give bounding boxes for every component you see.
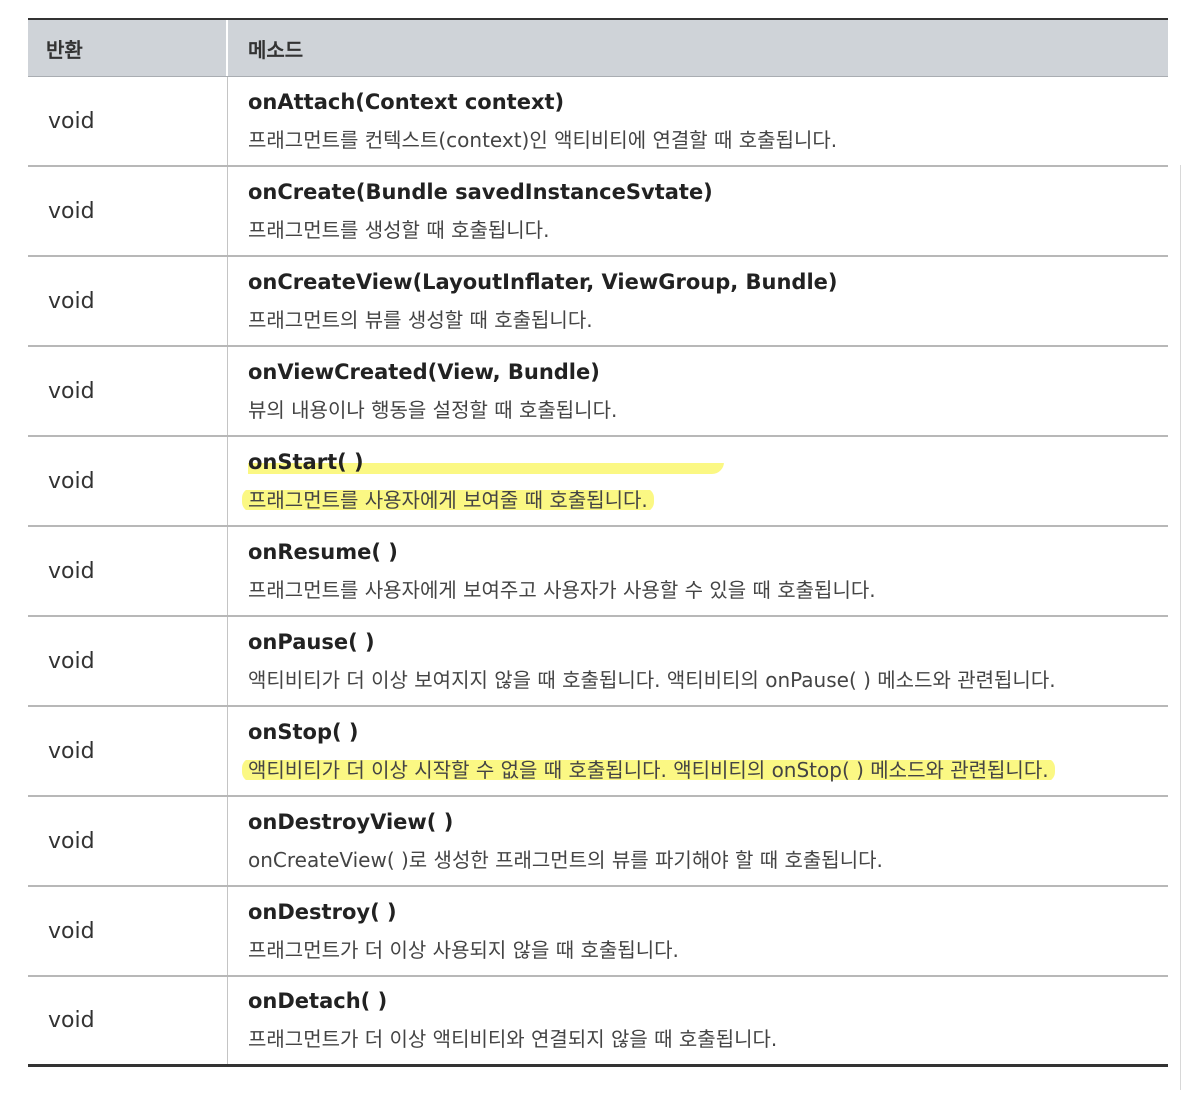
method-description: 액티비티가 더 이상 보여지지 않을 때 호출됩니다. 액티비티의 onPaus… — [248, 667, 1056, 692]
table-row: void onPause( ) 액티비티가 더 이상 보여지지 않을 때 호출됩… — [28, 617, 1168, 707]
table-row: void onDestroyView( ) onCreateView( )로 생… — [28, 797, 1168, 887]
method-cell: onCreateView(LayoutInflater, ViewGroup, … — [228, 257, 1168, 345]
method-signature: onAttach(Context context) — [248, 89, 565, 114]
method-description: 프래그먼트를 사용자에게 보여줄 때 호출됩니다. — [242, 484, 1168, 513]
return-type: void — [28, 347, 228, 435]
table-row: void onCreateView(LayoutInflater, ViewGr… — [28, 257, 1168, 347]
method-cell: onPause( ) 액티비티가 더 이상 보여지지 않을 때 호출됩니다. 액… — [228, 617, 1168, 705]
return-type: void — [28, 257, 228, 345]
method-description: 프래그먼트가 더 이상 사용되지 않을 때 호출됩니다. — [248, 937, 679, 962]
method-table: 반환 메소드 void onAttach(Context context) 프래… — [28, 18, 1168, 1067]
page-edge-line — [1180, 165, 1181, 1090]
method-cell: onStop( ) 액티비티가 더 이상 시작할 수 없을 때 호출됩니다. 액… — [228, 707, 1168, 795]
return-type: void — [28, 617, 228, 705]
method-cell: onDestroyView( ) onCreateView( )로 생성한 프래… — [228, 797, 1168, 885]
return-type: void — [28, 437, 228, 525]
table-row: void onDestroy( ) 프래그먼트가 더 이상 사용되지 않을 때 … — [28, 887, 1168, 977]
table-row: void onDetach( ) 프래그먼트가 더 이상 액티비티와 연결되지 … — [28, 977, 1168, 1067]
method-cell: onResume( ) 프래그먼트를 사용자에게 보여주고 사용자가 사용할 수… — [228, 527, 1168, 615]
table-row: void onResume( ) 프래그먼트를 사용자에게 보여주고 사용자가 … — [28, 527, 1168, 617]
method-cell: onDestroy( ) 프래그먼트가 더 이상 사용되지 않을 때 호출됩니다… — [228, 887, 1168, 975]
header-return: 반환 — [28, 20, 228, 76]
return-type: void — [28, 887, 228, 975]
page: 반환 메소드 void onAttach(Context context) 프래… — [0, 0, 1204, 1110]
table-row: void onCreate(Bundle savedInstanceSvtate… — [28, 167, 1168, 257]
highlighted-text: 프래그먼트를 사용자에게 보여줄 때 호출됩니다. — [242, 487, 654, 512]
method-description: 프래그먼트가 더 이상 액티비티와 연결되지 않을 때 호출됩니다. — [248, 1027, 778, 1051]
return-type: void — [28, 797, 228, 885]
method-signature: onViewCreated(View, Bundle) — [248, 359, 600, 384]
header-method: 메소드 — [248, 37, 304, 62]
table-row: void onAttach(Context context) 프래그먼트를 컨텍… — [28, 77, 1168, 167]
method-description: 프래그먼트를 컨텍스트(context)인 액티비티에 연결할 때 호출됩니다. — [248, 127, 838, 152]
method-signature: onStart( ) — [248, 449, 1168, 474]
method-cell: onDetach( ) 프래그먼트가 더 이상 액티비티와 연결되지 않을 때 … — [228, 977, 1168, 1064]
table-header: 반환 메소드 — [28, 20, 1168, 77]
method-signature: onStop( ) — [248, 719, 359, 744]
method-cell: onCreate(Bundle savedInstanceSvtate) 프래그… — [228, 167, 1168, 255]
method-description: 프래그먼트를 사용자에게 보여주고 사용자가 사용할 수 있을 때 호출됩니다. — [248, 577, 876, 602]
method-signature: onDetach( ) — [248, 989, 388, 1013]
method-description: 액티비티가 더 이상 시작할 수 없을 때 호출됩니다. 액티비티의 onSto… — [242, 754, 1168, 783]
highlighted-text: 액티비티가 더 이상 시작할 수 없을 때 호출됩니다. 액티비티의 onSto… — [242, 757, 1055, 782]
method-description: 프래그먼트를 생성할 때 호출됩니다. — [248, 217, 550, 242]
highlight-mark: onStart( ) — [248, 449, 724, 474]
method-cell: onStart( ) 프래그먼트를 사용자에게 보여줄 때 호출됩니다. — [228, 437, 1168, 525]
method-description: 뷰의 내용이나 행동을 설정할 때 호출됩니다. — [248, 397, 618, 422]
return-type: void — [28, 77, 228, 165]
method-signature: onDestroyView( ) — [248, 809, 454, 834]
return-type: void — [28, 167, 228, 255]
method-signature: onCreateView(LayoutInflater, ViewGroup, … — [248, 269, 838, 294]
method-signature: onPause( ) — [248, 629, 375, 654]
return-type: void — [28, 977, 228, 1064]
method-cell: onAttach(Context context) 프래그먼트를 컨텍스트(co… — [228, 77, 1168, 165]
table-row: void onViewCreated(View, Bundle) 뷰의 내용이나… — [28, 347, 1168, 437]
method-signature: onCreate(Bundle savedInstanceSvtate) — [248, 179, 713, 204]
return-type: void — [28, 707, 228, 795]
method-description: 프래그먼트의 뷰를 생성할 때 호출됩니다. — [248, 307, 593, 332]
method-signature: onResume( ) — [248, 539, 398, 564]
method-cell: onViewCreated(View, Bundle) 뷰의 내용이나 행동을 … — [228, 347, 1168, 435]
table-row: void onStop( ) 액티비티가 더 이상 시작할 수 없을 때 호출됩… — [28, 707, 1168, 797]
table-row: void onStart( ) 프래그먼트를 사용자에게 보여줄 때 호출됩니다… — [28, 437, 1168, 527]
method-signature: onDestroy( ) — [248, 899, 397, 924]
method-description: onCreateView( )로 생성한 프래그먼트의 뷰를 파기해야 할 때 … — [248, 847, 883, 872]
return-type: void — [28, 527, 228, 615]
